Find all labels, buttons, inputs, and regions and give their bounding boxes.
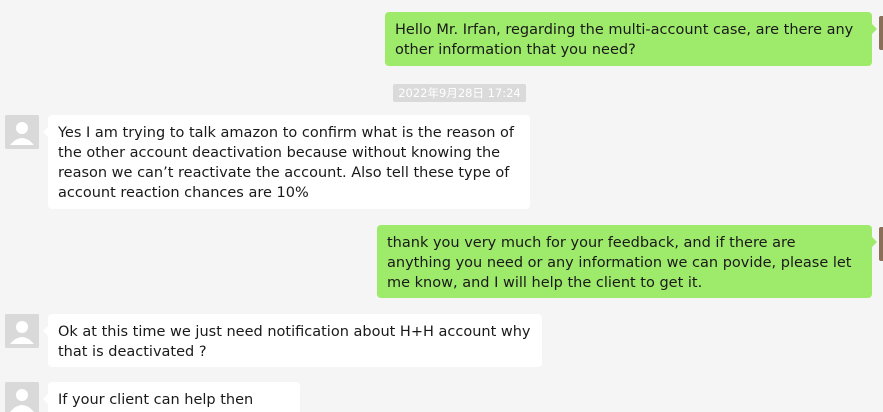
incoming-message-bubble[interactable]: Yes I am trying to talk amazon to confir… <box>43 115 530 209</box>
message-text: If your client can help then please <box>58 392 254 408</box>
bubble-tail <box>43 326 48 336</box>
message-text: thank you very much for your feedback, a… <box>387 235 852 291</box>
default-user-avatar-icon <box>5 382 39 412</box>
bubble-tail <box>872 237 877 247</box>
bubble-tail <box>43 127 48 137</box>
incoming-message-bubble[interactable]: Ok at this time we just need notificatio… <box>43 314 542 367</box>
contact-avatar[interactable] <box>5 382 39 412</box>
self-avatar[interactable] <box>879 16 883 50</box>
outgoing-message-bubble[interactable]: Hello Mr. Irfan, regarding the multi-acc… <box>385 12 877 66</box>
outgoing-message-bubble[interactable]: thank you very much for your feedback, a… <box>377 225 877 298</box>
message-text: Hello Mr. Irfan, regarding the multi-acc… <box>395 22 854 58</box>
bubble-tail <box>43 394 48 404</box>
default-user-avatar-icon <box>5 314 39 348</box>
chat-message-list[interactable]: Hello Mr. Irfan, regarding the multi-acc… <box>0 0 883 412</box>
contact-avatar[interactable] <box>5 115 39 149</box>
message-text: Yes I am trying to talk amazon to confir… <box>58 125 514 201</box>
bubble-tail <box>872 24 877 34</box>
self-avatar[interactable] <box>879 227 883 261</box>
contact-avatar[interactable] <box>5 314 39 348</box>
message-timestamp: 2022年9月28日 17:24 <box>393 84 526 102</box>
default-user-avatar-icon <box>5 115 39 149</box>
incoming-message-bubble[interactable]: If your client can help then please <box>43 382 300 412</box>
message-text: Ok at this time we just need notificatio… <box>58 324 531 360</box>
